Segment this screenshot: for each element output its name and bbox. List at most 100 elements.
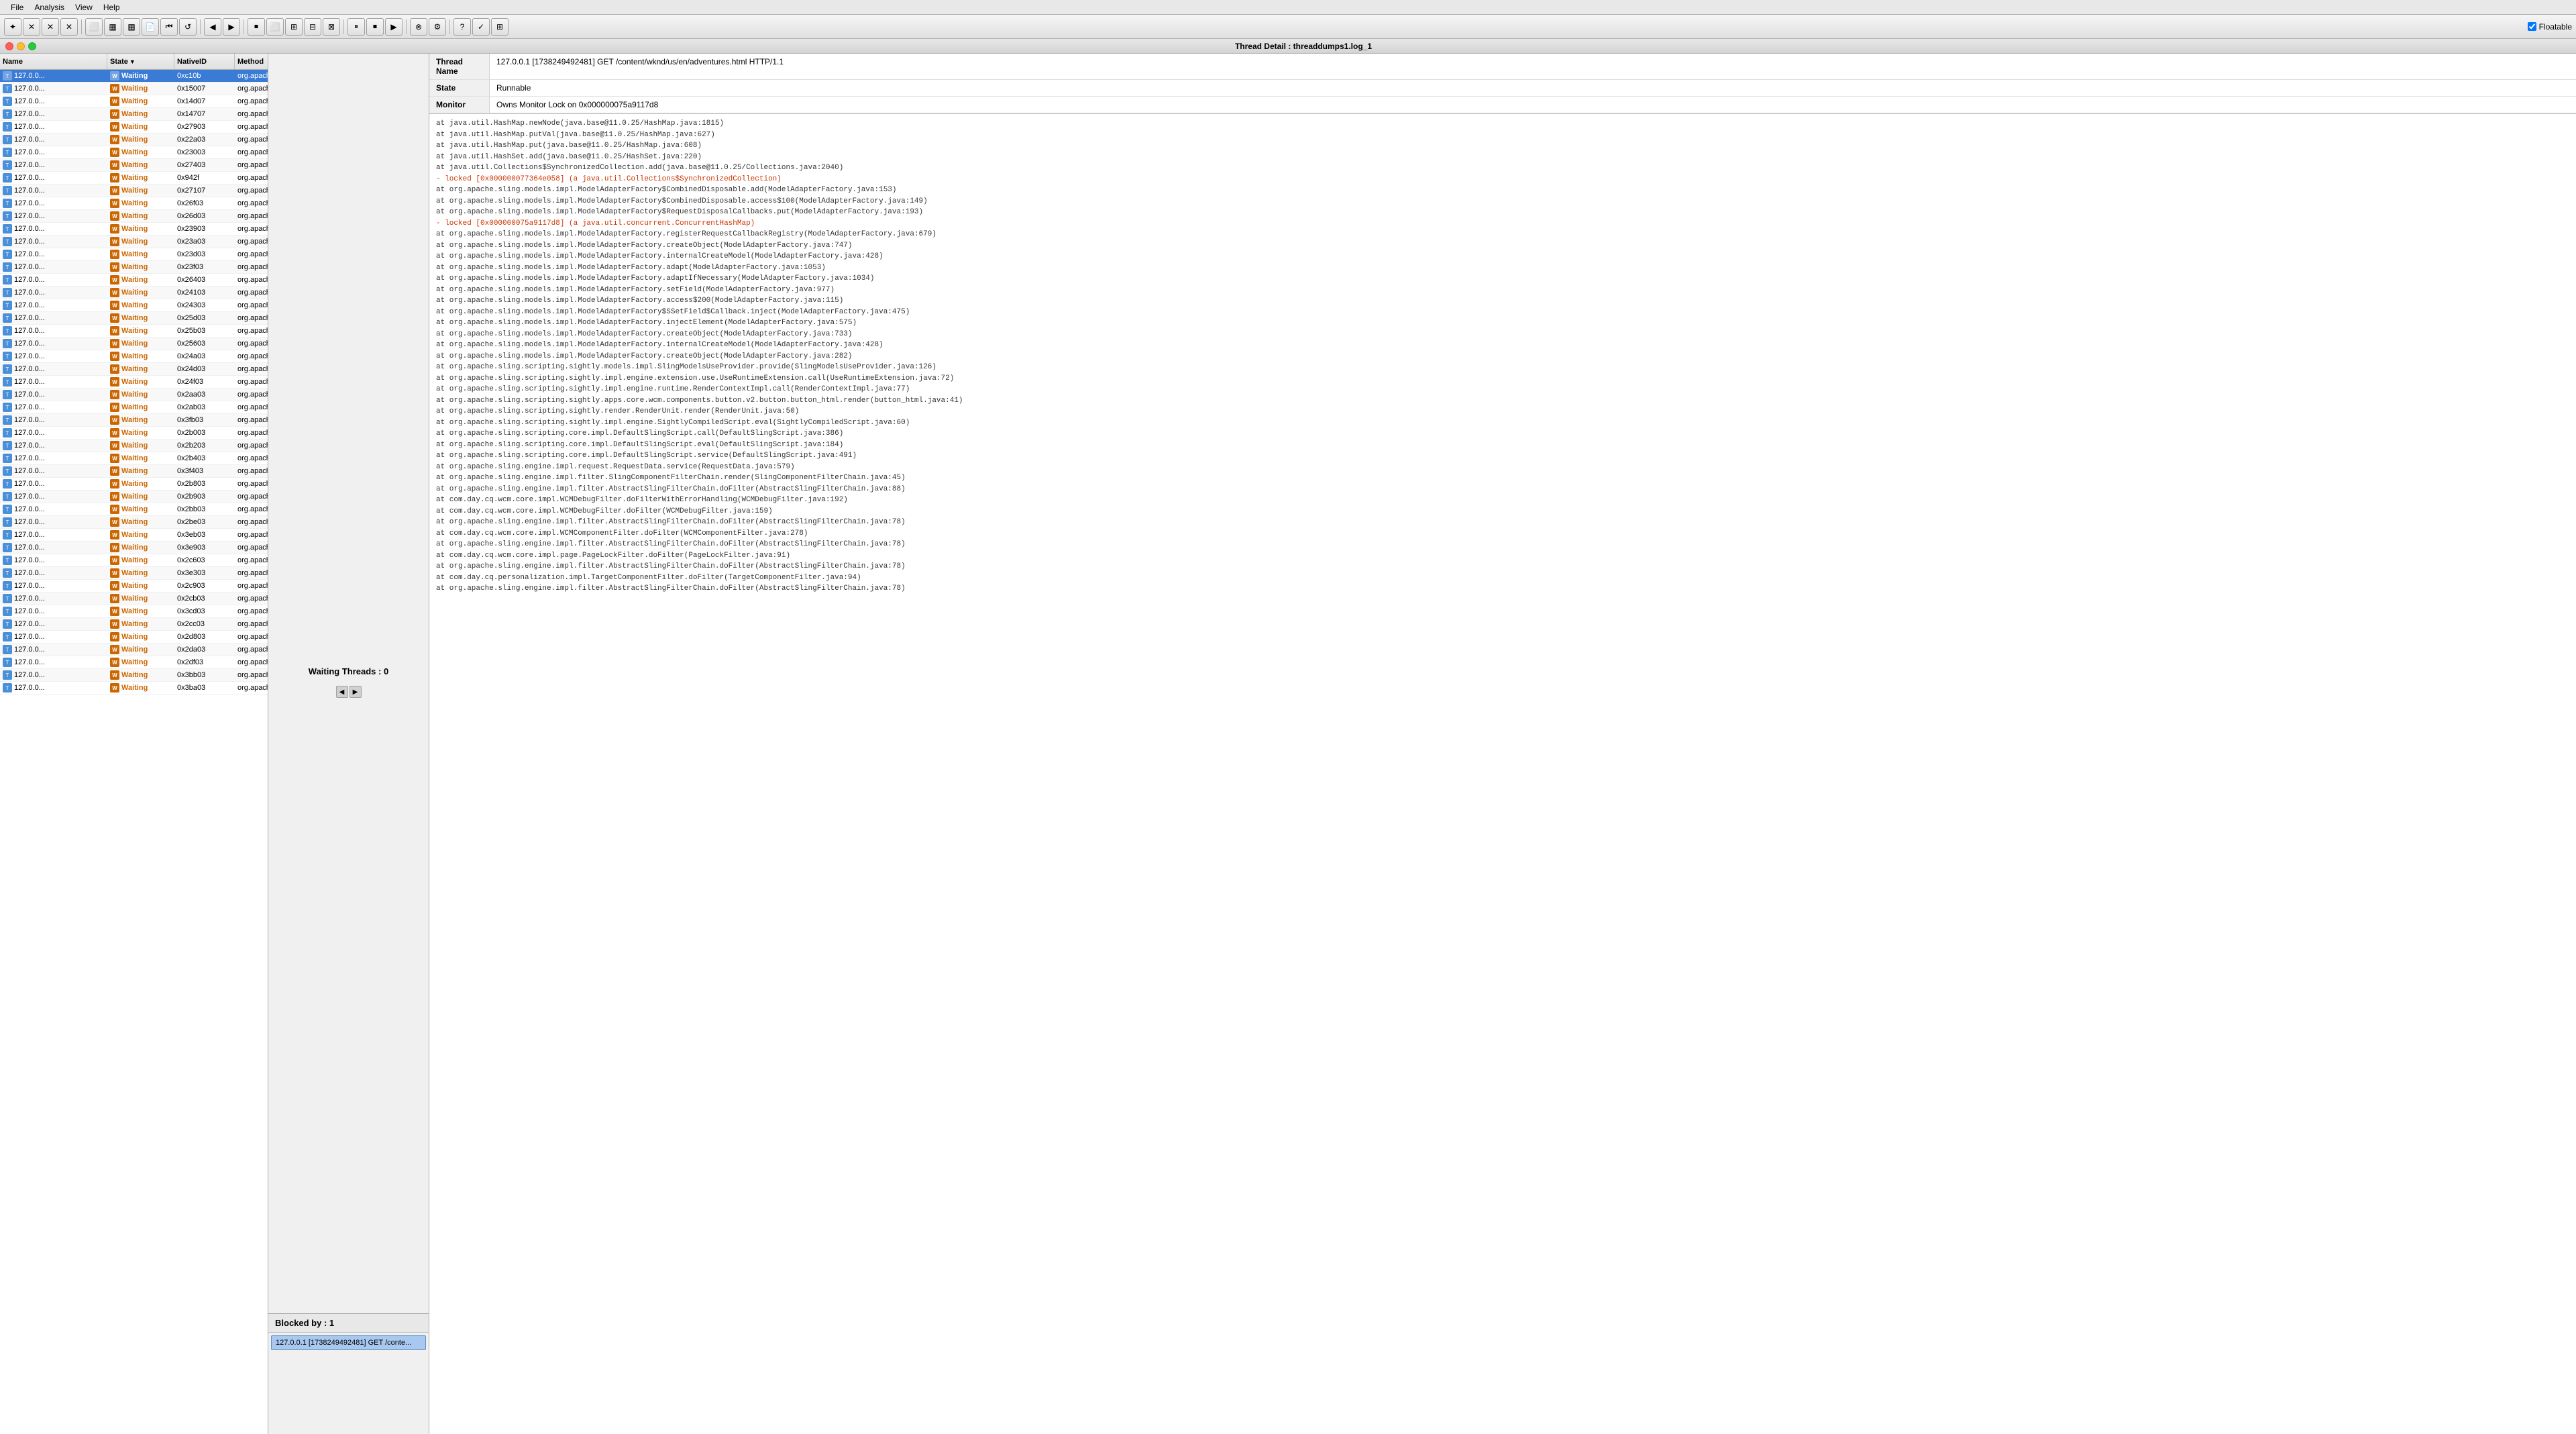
table-row[interactable]: T 127.0.0... W Waiting 0x2b803 org.apach… <box>0 478 268 491</box>
table-row[interactable]: T 127.0.0... W Waiting 0x27903 org.apach… <box>0 121 268 134</box>
toolbar-filter-btn[interactable]: ⊗ <box>410 18 427 36</box>
table-row[interactable]: T 127.0.0... W Waiting 0x14707 org.apach… <box>0 108 268 121</box>
cell-nativeid: 0x23903 <box>174 223 235 235</box>
table-row[interactable]: T 127.0.0... W Waiting 0x2bb03 org.apach… <box>0 503 268 516</box>
toolbar-close2-btn[interactable]: ✕ <box>60 18 78 36</box>
table-row[interactable]: T 127.0.0... W Waiting 0x2b903 org.apach… <box>0 491 268 503</box>
table-row[interactable]: T 127.0.0... W Waiting 0x25d03 org.apach… <box>0 312 268 325</box>
table-row[interactable]: T 127.0.0... W Waiting 0x942f org.apache… <box>0 172 268 185</box>
table-row[interactable]: T 127.0.0... W Waiting 0x24a03 org.apach… <box>0 350 268 363</box>
table-row[interactable]: T 127.0.0... W Waiting 0x2cc03 org.apach… <box>0 618 268 631</box>
table-row[interactable]: T 127.0.0... W Waiting 0x2b203 org.apach… <box>0 440 268 452</box>
table-row[interactable]: T 127.0.0... W Waiting 0x24303 org.apach… <box>0 299 268 312</box>
blocked-by-item[interactable]: 127.0.0.1 [1738249492481] GET /conte... <box>271 1335 426 1350</box>
table-row[interactable]: T 127.0.0... W Waiting 0x2da03 org.apach… <box>0 644 268 656</box>
header-state[interactable]: State ▼ <box>107 54 174 69</box>
toolbar-back-btn[interactable]: ◀ <box>204 18 221 36</box>
toolbar-zoom-all-btn[interactable]: ⊟ <box>304 18 321 36</box>
cell-state: W Waiting <box>107 363 174 375</box>
table-row[interactable]: T 127.0.0... W Waiting 0x15007 org.apach… <box>0 83 268 95</box>
menu-analysis[interactable]: Analysis <box>29 1 70 13</box>
toolbar-nav-btn[interactable]: ⏮ <box>160 18 178 36</box>
toolbar-table-btn[interactable]: ▦ <box>104 18 121 36</box>
thread-icon: T <box>3 148 12 157</box>
table-row[interactable]: T 127.0.0... W Waiting 0x3eb03 org.apach… <box>0 529 268 542</box>
table-row[interactable]: T 127.0.0... W Waiting 0x23f03 org.apach… <box>0 261 268 274</box>
table-row[interactable]: T 127.0.0... W Waiting 0xc10b org.apache… <box>0 70 268 83</box>
table-row[interactable]: T 127.0.0... W Waiting 0x2b403 org.apach… <box>0 452 268 465</box>
toolbar-forward-btn[interactable]: ▶ <box>223 18 240 36</box>
table-row[interactable]: T 127.0.0... W Waiting 0x26403 org.apach… <box>0 274 268 287</box>
cell-state: W Waiting <box>107 70 174 82</box>
waiting-threads-section: Waiting Threads : 0 ◀ ▶ <box>268 54 429 1313</box>
table-row[interactable]: T 127.0.0... W Waiting 0x2ab03 org.apach… <box>0 401 268 414</box>
table-row[interactable]: T 127.0.0... W Waiting 0x23903 org.apach… <box>0 223 268 236</box>
table-row[interactable]: T 127.0.0... W Waiting 0x3cd03 org.apach… <box>0 605 268 618</box>
header-name[interactable]: Name <box>0 54 107 69</box>
floatable-checkbox[interactable] <box>2528 22 2536 31</box>
toolbar-table2-btn[interactable]: ▦ <box>123 18 140 36</box>
minimize-button[interactable] <box>17 42 25 50</box>
toolbar-help-btn[interactable]: ? <box>453 18 471 36</box>
table-row[interactable]: T 127.0.0... W Waiting 0x2c603 org.apach… <box>0 554 268 567</box>
toolbar-zoom-sel-btn[interactable]: ⊠ <box>323 18 340 36</box>
cell-nativeid: 0x15007 <box>174 83 235 95</box>
toolbar-new-btn[interactable]: ✦ <box>4 18 21 36</box>
toolbar-export-btn[interactable]: 📄 <box>142 18 159 36</box>
toolbar-zoom-fit-btn[interactable]: ⊞ <box>285 18 303 36</box>
cell-nativeid: 0x23d03 <box>174 248 235 260</box>
table-row[interactable]: T 127.0.0... W Waiting 0x27107 org.apach… <box>0 185 268 197</box>
maximize-button[interactable] <box>28 42 36 50</box>
table-row[interactable]: T 127.0.0... W Waiting 0x3bb03 org.apach… <box>0 669 268 682</box>
toolbar-stop-btn[interactable]: ⏹ <box>366 18 384 36</box>
table-row[interactable]: T 127.0.0... W Waiting 0x2df03 org.apach… <box>0 656 268 669</box>
table-row[interactable]: T 127.0.0... W Waiting 0x2cb03 org.apach… <box>0 593 268 605</box>
table-row[interactable]: T 127.0.0... W Waiting 0x2be03 org.apach… <box>0 516 268 529</box>
table-row[interactable]: T 127.0.0... W Waiting 0x3ba03 org.apach… <box>0 682 268 695</box>
header-method[interactable]: Method <box>235 54 268 69</box>
table-row[interactable]: T 127.0.0... W Waiting 0x2b003 org.apach… <box>0 427 268 440</box>
toolbar-zoom-out-btn[interactable]: ⏹ <box>248 18 265 36</box>
table-row[interactable]: T 127.0.0... W Waiting 0x23003 org.apach… <box>0 146 268 159</box>
thread-list-body[interactable]: T 127.0.0... W Waiting 0xc10b org.apache… <box>0 70 268 1434</box>
table-row[interactable]: T 127.0.0... W Waiting 0x24d03 org.apach… <box>0 363 268 376</box>
table-row[interactable]: T 127.0.0... W Waiting 0x3f403 org.apach… <box>0 465 268 478</box>
table-row[interactable]: T 127.0.0... W Waiting 0x3e303 org.apach… <box>0 567 268 580</box>
toolbar-zoom-in-btn[interactable]: ⬜ <box>266 18 284 36</box>
stack-line: at org.apache.sling.models.impl.ModelAda… <box>436 285 2569 296</box>
toolbar-rec-btn[interactable]: ▶ <box>385 18 402 36</box>
toolbar-print-btn[interactable]: ⬜ <box>85 18 103 36</box>
table-row[interactable]: T 127.0.0... W Waiting 0x2c903 org.apach… <box>0 580 268 593</box>
toolbar-misc-btn[interactable]: ⊞ <box>491 18 508 36</box>
menu-file[interactable]: File <box>5 1 29 13</box>
menu-help[interactable]: Help <box>98 1 125 13</box>
table-row[interactable]: T 127.0.0... W Waiting 0x14d07 org.apach… <box>0 95 268 108</box>
table-row[interactable]: T 127.0.0... W Waiting 0x25b03 org.apach… <box>0 325 268 338</box>
toolbar-settings-btn[interactable]: ⚙ <box>429 18 446 36</box>
table-row[interactable]: T 127.0.0... W Waiting 0x2d803 org.apach… <box>0 631 268 644</box>
table-row[interactable]: T 127.0.0... W Waiting 0x26f03 org.apach… <box>0 197 268 210</box>
cell-method: org.apache.... <box>235 261 268 273</box>
table-row[interactable]: T 127.0.0... W Waiting 0x3e903 org.apach… <box>0 542 268 554</box>
table-row[interactable]: T 127.0.0... W Waiting 0x26d03 org.apach… <box>0 210 268 223</box>
menu-view[interactable]: View <box>70 1 98 13</box>
table-row[interactable]: T 127.0.0... W Waiting 0x24103 org.apach… <box>0 287 268 299</box>
arrow-left[interactable]: ◀ <box>336 686 348 698</box>
table-row[interactable]: T 127.0.0... W Waiting 0x23a03 org.apach… <box>0 236 268 248</box>
table-row[interactable]: T 127.0.0... W Waiting 0x25603 org.apach… <box>0 338 268 350</box>
arrow-right[interactable]: ▶ <box>350 686 362 698</box>
table-row[interactable]: T 127.0.0... W Waiting 0x23d03 org.apach… <box>0 248 268 261</box>
table-row[interactable]: T 127.0.0... W Waiting 0x24f03 org.apach… <box>0 376 268 389</box>
toolbar-open-btn[interactable]: ✕ <box>23 18 40 36</box>
state-icon: W <box>110 390 119 399</box>
table-row[interactable]: T 127.0.0... W Waiting 0x22a03 org.apach… <box>0 134 268 146</box>
table-row[interactable]: T 127.0.0... W Waiting 0x27403 org.apach… <box>0 159 268 172</box>
table-row[interactable]: T 127.0.0... W Waiting 0x2aa03 org.apach… <box>0 389 268 401</box>
toolbar-check-btn[interactable]: ✓ <box>472 18 490 36</box>
toolbar-close-btn[interactable]: ✕ <box>42 18 59 36</box>
table-row[interactable]: T 127.0.0... W Waiting 0x3fb03 org.apach… <box>0 414 268 427</box>
toolbar-play-btn[interactable]: ⏸ <box>347 18 365 36</box>
close-button[interactable] <box>5 42 13 50</box>
header-nativeid[interactable]: NativeID <box>174 54 235 69</box>
toolbar-refresh-btn[interactable]: ↺ <box>179 18 197 36</box>
